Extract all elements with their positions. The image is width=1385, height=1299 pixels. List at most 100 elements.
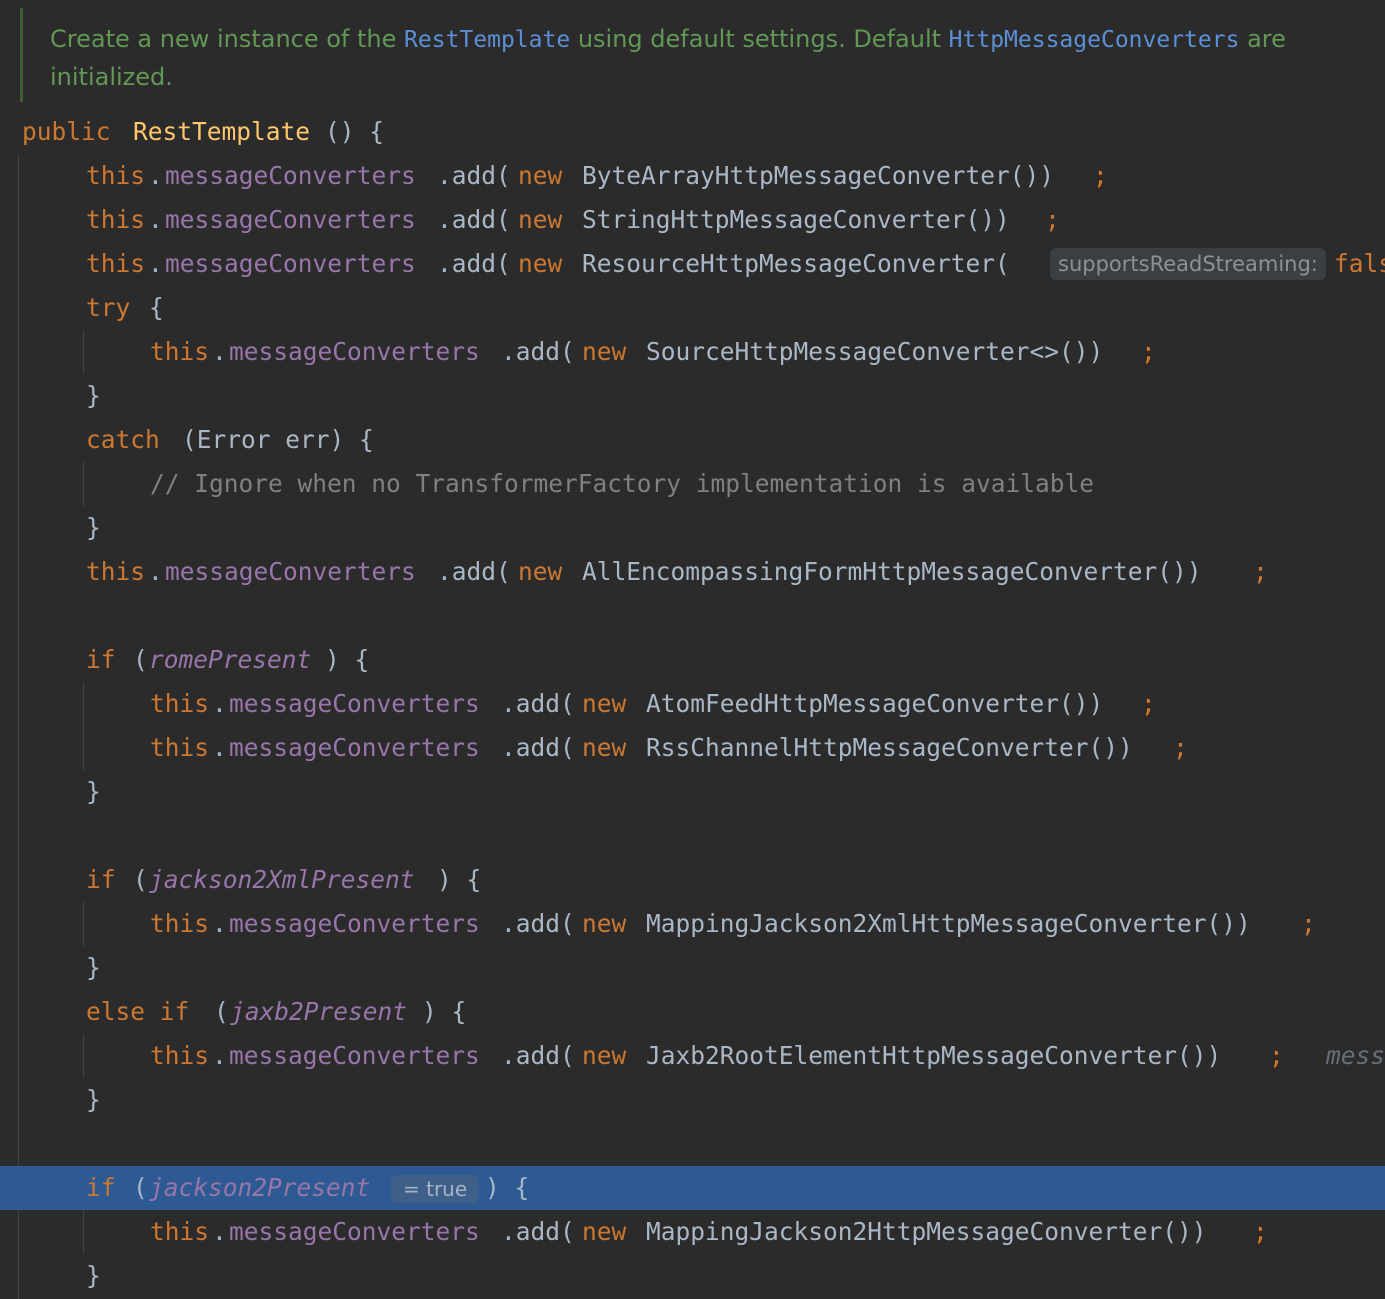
keyword: new [518,161,563,190]
field-ref: messageConverters [165,205,416,234]
keyword: this [86,249,146,278]
code-line[interactable]: this. messageConverters .add(new Jaxb2RootE… [0,1034,1385,1078]
code-line[interactable]: if (jackson2XmlPresent ) { [0,858,1385,902]
code-text: ) { [437,865,482,894]
keyword: new [518,205,563,234]
code-text: .add( [501,733,575,762]
constructor-call: MappingJackson2XmlHttpMessageConverter()… [646,909,1251,938]
code-line[interactable]: this. messageConverters .add(new MappingJac… [0,1210,1385,1254]
keyword: new [582,1217,627,1246]
field-ref: messageConverters [165,161,416,190]
code-text: .add( [501,1217,575,1246]
keyword: this [86,161,146,190]
keyword: new [582,689,627,718]
code-line[interactable]: this. messageConverters .add(new SourceHttp… [0,330,1385,374]
argument-value: fals [1334,249,1385,278]
code-line[interactable]: } [0,1078,1385,1122]
semicolon: ; [1045,205,1060,234]
code-line[interactable]: catch (Error err) { [0,418,1385,462]
code-line[interactable]: this. messageConverters .add(new AllEncompa… [0,550,1385,594]
keyword: this [150,1217,210,1246]
constructor-call: MappingJackson2HttpMessageConverter()) [646,1217,1207,1246]
field-ref: messageConverters [229,1217,480,1246]
javadoc-line-1: Create a new instance of the RestTemplat… [50,20,1286,58]
keyword: this [86,557,146,586]
comment: // Ignore when no TransformerFactory imp… [150,469,1095,498]
code-line[interactable]: } [0,946,1385,990]
keyword: if [86,865,116,894]
constructor-call: Jaxb2RootElementHttpMessageConverter()) [646,1041,1222,1070]
code-text: } [86,381,101,410]
code-line[interactable]: } [0,770,1385,814]
code-text: } [86,777,101,806]
code-line[interactable]: this. messageConverters .add(new StringHttp… [0,198,1385,242]
code-line[interactable]: } [0,374,1385,418]
constructor-call: AllEncompassingFormHttpMessageConverter(… [582,557,1202,586]
inline-debug-value: mess [1326,1041,1385,1070]
code-line[interactable]: this. messageConverters .add(new AtomFeedHt… [0,682,1385,726]
code-text: ( [133,865,148,894]
code-line[interactable]: this. messageConverters .add(new RssChannel… [0,726,1385,770]
code-line[interactable]: } [0,506,1385,550]
code-text: } [86,1261,101,1290]
code-text: .add( [437,161,511,190]
execution-point-line[interactable]: if (jackson2Present = true) { [0,1166,1385,1210]
code-line[interactable]: try { [0,286,1385,330]
javadoc-line-2: initialized. [50,63,173,91]
code-line[interactable]: // Ignore when no TransformerFactory imp… [0,462,1385,506]
keyword: new [582,909,627,938]
keyword: public [22,117,111,146]
keyword: this [86,205,146,234]
code-text: ( [214,997,229,1026]
code-line[interactable]: this. messageConverters .add(new MappingJac… [0,902,1385,946]
javadoc-link-resttemplate[interactable]: RestTemplate [404,27,570,53]
constructor-call: ResourceHttpMessageConverter( [582,249,1010,278]
semicolon: ; [1253,557,1268,586]
static-field-ref: jackson2Present [149,1173,371,1202]
keyword: this [150,689,210,718]
inline-value-hint: = true [391,1175,480,1203]
field-ref: messageConverters [165,249,416,278]
javadoc-text: are [1239,25,1286,53]
code-line[interactable]: this. messageConverters .add(new ResourceHt… [0,242,1385,286]
code-text: ( [133,645,148,674]
keyword: else if [86,997,190,1026]
code-text: } [86,953,101,982]
javadoc-text: using default settings. Default [570,25,949,53]
code-line[interactable]: } [0,1254,1385,1298]
code-text: ( [133,1173,148,1202]
keyword: this [150,1041,210,1070]
keyword: new [582,1041,627,1070]
javadoc-link-converters[interactable]: HttpMessageConverters [949,27,1240,53]
keyword: if [86,645,116,674]
constructor-call: AtomFeedHttpMessageConverter()) [646,689,1104,718]
keyword: this [150,337,210,366]
constructor-call: ByteArrayHttpMessageConverter()) [582,161,1055,190]
field-ref: messageConverters [229,689,480,718]
field-ref: messageConverters [165,557,416,586]
code-line[interactable]: if (romePresent ) { [0,638,1385,682]
code-line[interactable]: public RestTemplate () { [0,110,1385,154]
static-field-ref: jackson2XmlPresent [149,865,415,894]
code-line[interactable]: else if (jaxb2Present) { [0,990,1385,1034]
method-name: RestTemplate [133,117,311,146]
code-text: () { [325,117,385,146]
constructor-call: SourceHttpMessageConverter<>()) [646,337,1104,366]
keyword: new [582,733,627,762]
parameter-hint: supportsReadStreaming: [1050,248,1326,280]
field-ref: messageConverters [229,1041,480,1070]
field-ref: messageConverters [229,337,480,366]
semicolon: ; [1093,161,1108,190]
constructor-call: StringHttpMessageConverter()) [582,205,1010,234]
constructor-call: RssChannelHttpMessageConverter()) [646,733,1133,762]
code-text: ) { [325,645,370,674]
code-text: .add( [437,557,511,586]
keyword: this [150,909,210,938]
code-text: .add( [501,1041,575,1070]
keyword: catch [86,425,160,454]
code-line[interactable]: this. messageConverters .add(new ByteArrayH… [0,154,1385,198]
keyword: this [150,733,210,762]
static-field-ref: romePresent [149,645,312,674]
code-text: (Error err) { [182,425,374,454]
static-field-ref: jaxb2Present [230,997,408,1026]
